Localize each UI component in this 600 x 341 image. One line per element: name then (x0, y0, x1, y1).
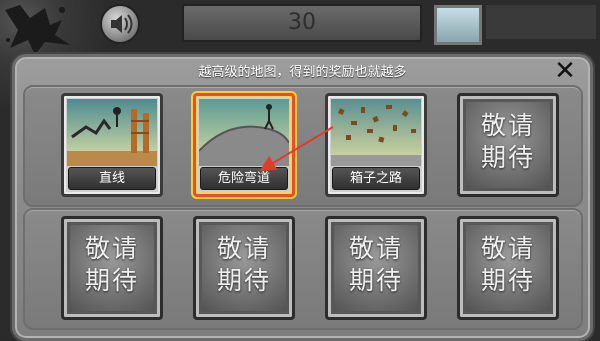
level-thumbnail (331, 99, 421, 166)
level-card-locked: 敬请 期待 (193, 216, 295, 320)
coming-soon-label: 敬请 期待 (348, 234, 403, 295)
level-card-locked: 敬请 期待 (325, 216, 427, 320)
coming-soon-label: 敬请 期待 (480, 111, 535, 172)
level-thumbnail (199, 99, 289, 166)
level-label: 箱子之路 (332, 167, 420, 190)
level-label: 危险弯道 (200, 167, 288, 190)
level-card-locked: 敬请 期待 (61, 216, 163, 320)
speaker-icon (111, 14, 133, 34)
coming-soon-label: 敬请 期待 (216, 234, 271, 295)
level-card-straight[interactable]: 直线 (61, 93, 163, 197)
level-thumbnail (67, 99, 157, 166)
level-select-panel: 越高级的地图，得到的奖励也就越多 ✕ 直线 危险弯道 箱子之路 敬请 期待 敬请… (12, 54, 593, 341)
score-display: 30 (182, 4, 422, 42)
ink-splat-decoration (5, 5, 70, 55)
preview-thumbnail (434, 5, 482, 45)
close-icon: ✕ (554, 56, 576, 86)
level-card-locked: 敬请 期待 (457, 93, 559, 197)
close-button[interactable]: ✕ (552, 58, 578, 84)
level-card-box-road[interactable]: 箱子之路 (325, 93, 427, 197)
coming-soon-label: 敬请 期待 (84, 234, 139, 295)
top-bar-right-background (486, 5, 596, 39)
level-card-locked: 敬请 期待 (457, 216, 559, 320)
level-card-dangerous-curve[interactable]: 危险弯道 (193, 93, 295, 197)
sound-button[interactable] (100, 4, 140, 44)
panel-title: 越高级的地图，得到的奖励也就越多 (198, 65, 407, 80)
level-row-1: 直线 危险弯道 箱子之路 敬请 期待 (23, 85, 583, 207)
coming-soon-label: 敬请 期待 (480, 234, 535, 295)
level-row-2: 敬请 期待 敬请 期待 敬请 期待 敬请 期待 (23, 208, 583, 330)
level-label: 直线 (68, 167, 156, 190)
